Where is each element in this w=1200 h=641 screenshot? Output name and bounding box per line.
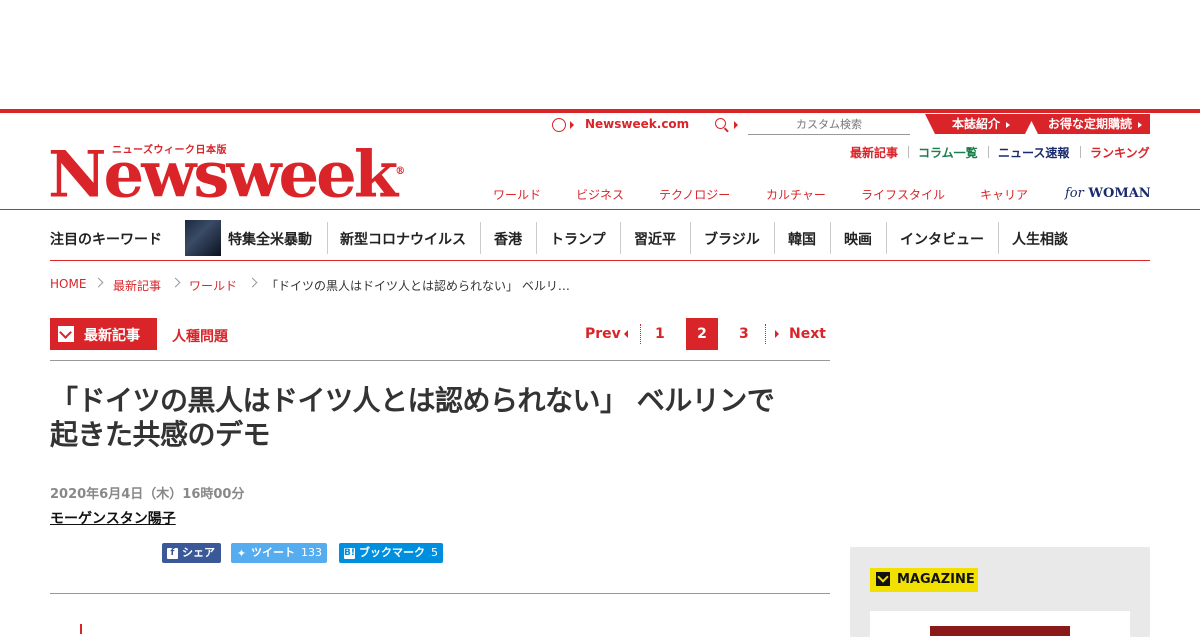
section-badge-label: 最新記事	[84, 328, 140, 344]
chevron-right-icon	[93, 277, 104, 288]
pagination-page-2[interactable]: 2	[686, 318, 718, 350]
divider	[536, 222, 537, 254]
tab-subscribe-label: お得な定期購読	[1048, 117, 1133, 131]
breadcrumb-latest[interactable]: 最新記事	[113, 277, 161, 294]
divider	[998, 222, 999, 254]
divider	[327, 222, 328, 254]
cat-world[interactable]: ワールド	[493, 186, 541, 203]
check-icon	[58, 326, 74, 342]
ad-space	[0, 0, 1200, 110]
facebook-share-button[interactable]: f シェア	[162, 543, 221, 563]
hatena-bookmark-label: ブックマーク	[359, 546, 425, 559]
header-top-rule	[0, 109, 1200, 113]
cat-career[interactable]: キャリア	[980, 186, 1028, 203]
keyword-item[interactable]: 人生相談	[1012, 229, 1068, 249]
newsweek-logo[interactable]: Newsweek®	[48, 132, 405, 215]
divider	[765, 324, 767, 344]
keyword-item[interactable]: 習近平	[634, 229, 676, 249]
section-tag[interactable]: 人種問題	[172, 326, 228, 346]
divider	[620, 222, 621, 254]
util-columns[interactable]: コラム一覧	[918, 144, 978, 161]
for-woman-link[interactable]: for WOMAN	[1065, 186, 1151, 201]
article-author[interactable]: モーゲンスタン陽子	[50, 508, 176, 528]
divider	[690, 222, 691, 254]
twitter-count: 133	[301, 546, 322, 559]
chevron-right-icon	[170, 277, 181, 288]
arrow-left-icon	[624, 330, 628, 338]
magazine-label: MAGAZINE	[897, 572, 975, 587]
breadcrumb-home[interactable]: HOME	[50, 277, 86, 291]
article-title-line: 「ドイツの黒人はドイツ人とは認められない」 ベルリンで	[50, 384, 775, 417]
keyword-item[interactable]: インタビュー	[900, 229, 984, 249]
tab-about-label: 本誌紹介	[952, 117, 1001, 131]
pagination-prev[interactable]: Prev	[585, 326, 621, 342]
facebook-icon: f	[167, 547, 178, 559]
article-title: 「ドイツの黒人はドイツ人とは認められない」 ベルリンで 起きた共感のデモ	[50, 384, 830, 452]
arrow-right-icon	[1138, 121, 1143, 128]
globe-icon	[552, 118, 566, 132]
divider	[908, 146, 909, 158]
twitter-share-label: ツイート	[251, 546, 295, 559]
breadcrumb-world[interactable]: ワールド	[189, 277, 237, 294]
share-rule	[50, 593, 830, 594]
divider	[830, 222, 831, 254]
arrow-right-icon	[1006, 121, 1011, 128]
keyword-item[interactable]: 映画	[844, 229, 872, 249]
section-rule	[50, 360, 830, 361]
check-icon	[876, 572, 890, 586]
breadcrumb-current: 「ドイツの黒人はドイツ人とは認められない」 ベルリ…	[266, 279, 570, 293]
tab-subscribe[interactable]: お得な定期購読	[1048, 114, 1143, 134]
hatena-count: 5	[431, 546, 438, 559]
chevron-right-icon	[247, 277, 258, 288]
twitter-icon: ✦	[236, 546, 247, 560]
divider	[640, 324, 642, 344]
hatena-icon: B!	[344, 547, 355, 559]
newsweek-com-link[interactable]: Newsweek.com	[585, 117, 689, 131]
article-title-line: 起きた共感のデモ	[50, 418, 271, 451]
keyword-item[interactable]: 特集全米暴動	[228, 229, 312, 249]
keyword-item[interactable]: ブラジル	[704, 229, 760, 249]
cat-lifestyle[interactable]: ライフスタイル	[861, 186, 945, 203]
keyword-item[interactable]: 韓国	[788, 229, 816, 249]
util-ranking[interactable]: ランキング	[1090, 144, 1150, 161]
divider	[774, 222, 775, 254]
util-latest[interactable]: 最新記事	[850, 144, 898, 161]
article-date: 2020年6月4日（木）16時00分	[50, 487, 245, 502]
arrow-right-icon	[570, 121, 574, 129]
cat-culture[interactable]: カルチャー	[766, 186, 826, 203]
search-icon[interactable]	[715, 118, 726, 129]
keyword-item[interactable]: トランプ	[550, 229, 606, 249]
cat-business[interactable]: ビジネス	[576, 186, 624, 203]
keyword-item[interactable]: 香港	[494, 229, 522, 249]
for-woman-for: for	[1065, 186, 1084, 201]
divider	[1080, 146, 1081, 158]
facebook-share-label: シェア	[182, 546, 215, 559]
pagination-page-3[interactable]: 3	[739, 326, 749, 342]
pagination-page-1[interactable]: 1	[655, 326, 665, 342]
magazine-badge[interactable]: MAGAZINE	[870, 568, 978, 592]
pagination-next[interactable]: Next	[789, 326, 826, 342]
tab-about[interactable]: 本誌紹介	[952, 114, 1011, 134]
util-breaking[interactable]: ニュース速報	[998, 144, 1069, 161]
arrow-right-icon	[734, 121, 738, 129]
content-marker	[80, 624, 82, 634]
search-input[interactable]: カスタム検索	[748, 116, 910, 135]
header-bottom-rule	[0, 209, 1200, 210]
magazine-cover-image[interactable]	[930, 626, 1070, 636]
logo-text: Newsweek	[48, 137, 398, 213]
arrow-right-icon	[775, 330, 779, 338]
divider	[886, 222, 887, 254]
divider	[480, 222, 481, 254]
keyword-item[interactable]: 新型コロナウイルス	[340, 229, 466, 249]
cat-technology[interactable]: テクノロジー	[659, 186, 730, 203]
keywords-title: 注目のキーワード	[50, 232, 162, 248]
section-badge[interactable]: 最新記事	[50, 318, 157, 350]
keywords-rule	[50, 260, 1150, 261]
divider	[988, 146, 989, 158]
hatena-bookmark-button[interactable]: B! ブックマーク 5	[339, 543, 443, 563]
keyword-thumbnail[interactable]	[185, 220, 221, 256]
twitter-share-button[interactable]: ✦ ツイート 133	[231, 543, 327, 563]
for-woman-label: WOMAN	[1088, 186, 1151, 201]
